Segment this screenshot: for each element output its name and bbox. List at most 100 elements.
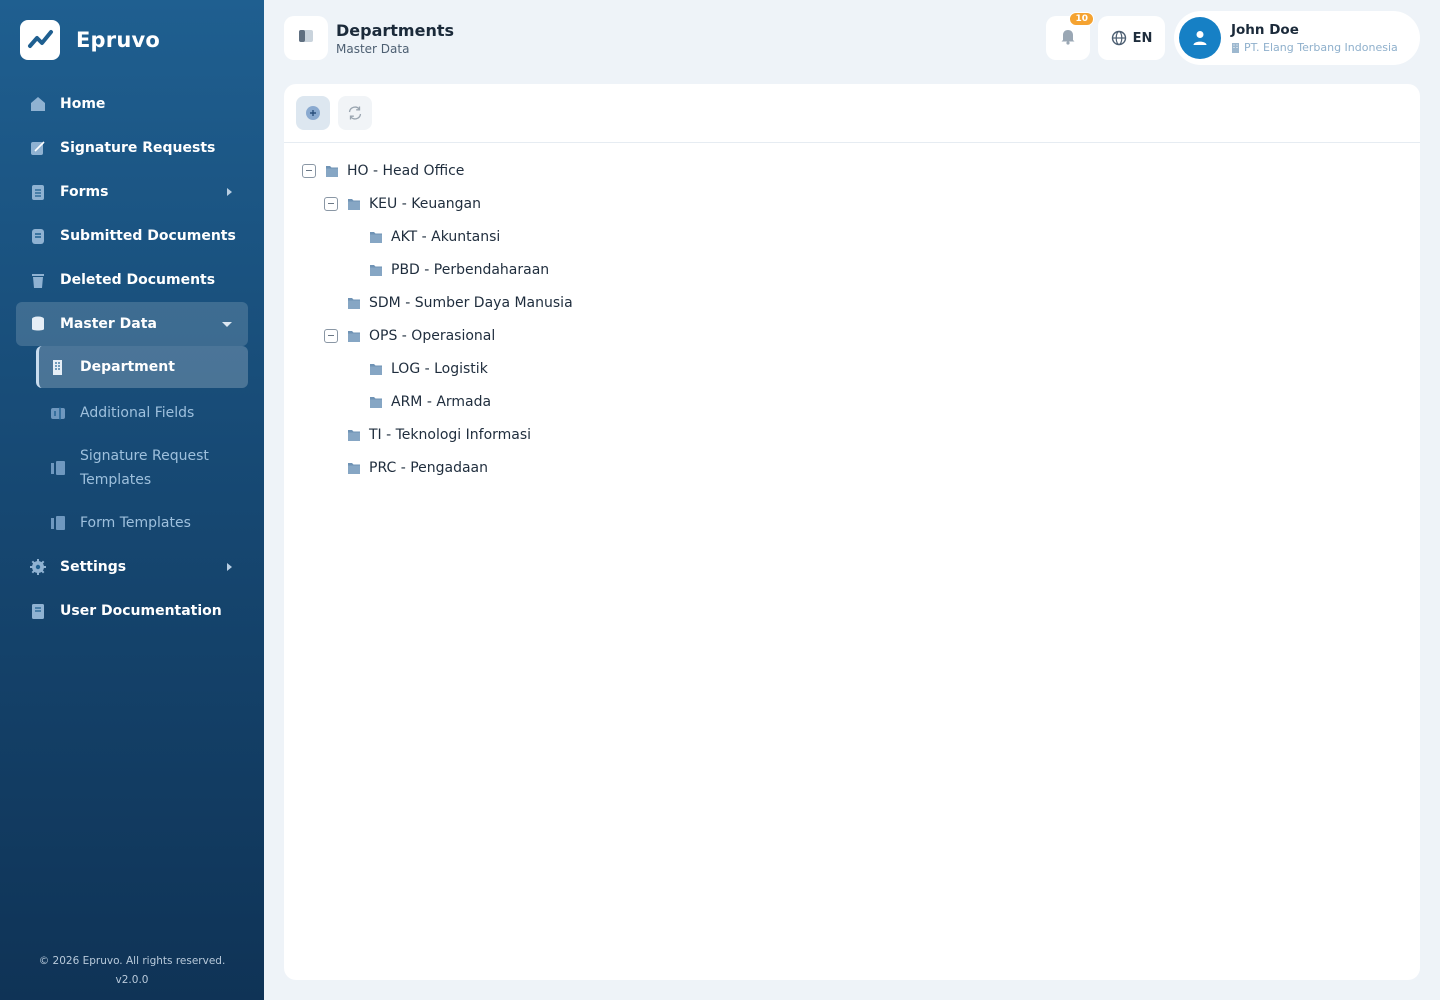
sidebar: Epruvo Home Signature Requests Forms Sub… (0, 0, 264, 1000)
collapse-toggle-icon[interactable] (324, 328, 338, 343)
sidebar-item-user-documentation[interactable]: User Documentation (16, 589, 248, 633)
sidebar-item-label: User Documentation (60, 603, 222, 619)
building-icon (48, 357, 68, 377)
logo-icon (20, 20, 60, 60)
sidebar-item-label: Additional Fields (80, 404, 195, 421)
notifications-button[interactable]: 10 (1046, 12, 1094, 60)
department-icon (370, 363, 382, 375)
tree-node-label: ARM - Armada (391, 393, 492, 410)
sidebar-item-signature-request-templates[interactable]: Signature Request Templates (36, 435, 248, 501)
book-icon (28, 601, 48, 621)
tree-node[interactable]: KEU - Keuangan (302, 187, 573, 220)
sidebar-item-deleted-documents[interactable]: Deleted Documents (16, 258, 248, 302)
department-icon (370, 231, 382, 243)
sidebar-item-label: Settings (60, 559, 127, 575)
user-name: John Doe (1231, 22, 1299, 38)
tree-node-label: PRC - Pengadaan (369, 459, 489, 476)
sidebar-footer: © 2026 Epruvo. All rights reserved. v2.0… (0, 952, 264, 990)
sidebar-item-label: Department (80, 359, 175, 375)
template-icon (48, 513, 68, 533)
sidebar-item-label: Submitted Documents (60, 228, 236, 244)
tree-node-label: OPS - Operasional (369, 327, 496, 344)
tree-node[interactable]: PRC - Pengadaan (302, 451, 573, 484)
department-icon (370, 396, 382, 408)
department-icon (370, 264, 382, 276)
sidebar-nav: Home Signature Requests Forms Submitted … (16, 82, 248, 633)
refresh-button[interactable] (338, 96, 372, 130)
add-department-button[interactable] (296, 96, 330, 130)
building-icon (1232, 42, 1239, 53)
app-logo[interactable]: Epruvo (20, 20, 160, 60)
template-icon (48, 458, 68, 478)
tree-toolbar (284, 84, 1420, 143)
sidebar-item-department[interactable]: Department (36, 346, 248, 388)
language-button[interactable]: EN (1098, 16, 1165, 60)
department-icon (326, 165, 338, 177)
user-menu[interactable]: John Doe PT. Elang Terbang Indonesia (1174, 11, 1420, 65)
tree-node-label: SDM - Sumber Daya Manusia (369, 294, 573, 311)
tree-node[interactable]: TI - Teknologi Informasi (302, 418, 573, 451)
collapse-toggle-icon[interactable] (324, 196, 338, 211)
database-icon (28, 314, 48, 334)
chevron-right-icon (227, 563, 232, 571)
copyright-text: © 2026 Epruvo. All rights reserved. (38, 955, 226, 967)
sidebar-item-settings[interactable]: Settings (16, 545, 248, 589)
sidebar-item-forms[interactable]: Forms (16, 170, 248, 214)
sidebar-toggle-icon (297, 27, 315, 49)
gear-icon (28, 557, 48, 577)
document-icon (28, 226, 48, 246)
bell-icon (1059, 27, 1077, 49)
version-text: v2.0.0 (115, 974, 149, 986)
refresh-icon (348, 106, 362, 120)
page-subtitle: Master Data (336, 41, 410, 56)
tree-node[interactable]: LOG - Logistik (302, 352, 573, 385)
sidebar-item-form-templates[interactable]: Form Templates (36, 501, 248, 545)
user-icon (1193, 31, 1207, 45)
department-icon (348, 462, 360, 474)
forms-icon (28, 182, 48, 202)
department-icon (348, 330, 360, 342)
sidebar-item-label: Home (60, 96, 106, 112)
sidebar-item-label: Signature Requests (60, 140, 216, 156)
master-data-submenu: Department Additional Fields Signature R… (16, 346, 248, 545)
user-org-label: PT. Elang Terbang Indonesia (1244, 41, 1398, 54)
app-name: Epruvo (76, 28, 161, 52)
signature-icon (28, 138, 48, 158)
page-header: Departments Master Data (284, 16, 454, 60)
sidebar-item-label: Deleted Documents (60, 272, 216, 288)
sidebar-item-signature-requests[interactable]: Signature Requests (16, 126, 248, 170)
sidebar-item-additional-fields[interactable]: Additional Fields (36, 390, 248, 435)
tree-node-label: LOG - Logistik (391, 360, 488, 377)
sidebar-item-label: Forms (60, 184, 109, 200)
tree-node-label: AKT - Akuntansi (391, 228, 501, 245)
sidebar-item-home[interactable]: Home (16, 82, 248, 126)
sidebar-item-label: Master Data (60, 316, 157, 332)
language-label: EN (1132, 30, 1153, 46)
user-organization: PT. Elang Terbang Indonesia (1231, 41, 1398, 54)
sidebar-toggle-button[interactable] (284, 16, 328, 60)
globe-icon (1111, 30, 1126, 46)
department-tree: HO - Head Office KEU - Keuangan AKT - Akun… (302, 154, 573, 484)
tree-node[interactable]: SDM - Sumber Daya Manusia (302, 286, 573, 319)
tree-node-label: TI - Teknologi Informasi (369, 426, 532, 443)
tree-node[interactable]: OPS - Operasional (302, 319, 573, 352)
notification-badge: 10 (1069, 12, 1094, 26)
chevron-down-icon (222, 322, 232, 327)
tree-node[interactable]: HO - Head Office (302, 154, 573, 187)
chevron-right-icon (227, 188, 232, 196)
department-icon (348, 429, 360, 441)
collapse-toggle-icon[interactable] (302, 163, 316, 178)
tree-node[interactable]: ARM - Armada (302, 385, 573, 418)
sidebar-item-master-data[interactable]: Master Data (16, 302, 248, 346)
sidebar-item-label: Form Templates (80, 515, 191, 531)
tree-node[interactable]: AKT - Akuntansi (302, 220, 573, 253)
fields-icon (48, 403, 68, 423)
department-icon (348, 198, 360, 210)
tree-node[interactable]: PBD - Perbendaharaan (302, 253, 573, 286)
tree-node-label: PBD - Perbendaharaan (391, 261, 550, 278)
plus-circle-icon (306, 106, 320, 120)
department-icon (348, 297, 360, 309)
sidebar-item-label: Signature Request Templates (80, 448, 209, 488)
avatar (1179, 17, 1221, 59)
sidebar-item-submitted-documents[interactable]: Submitted Documents (16, 214, 248, 258)
